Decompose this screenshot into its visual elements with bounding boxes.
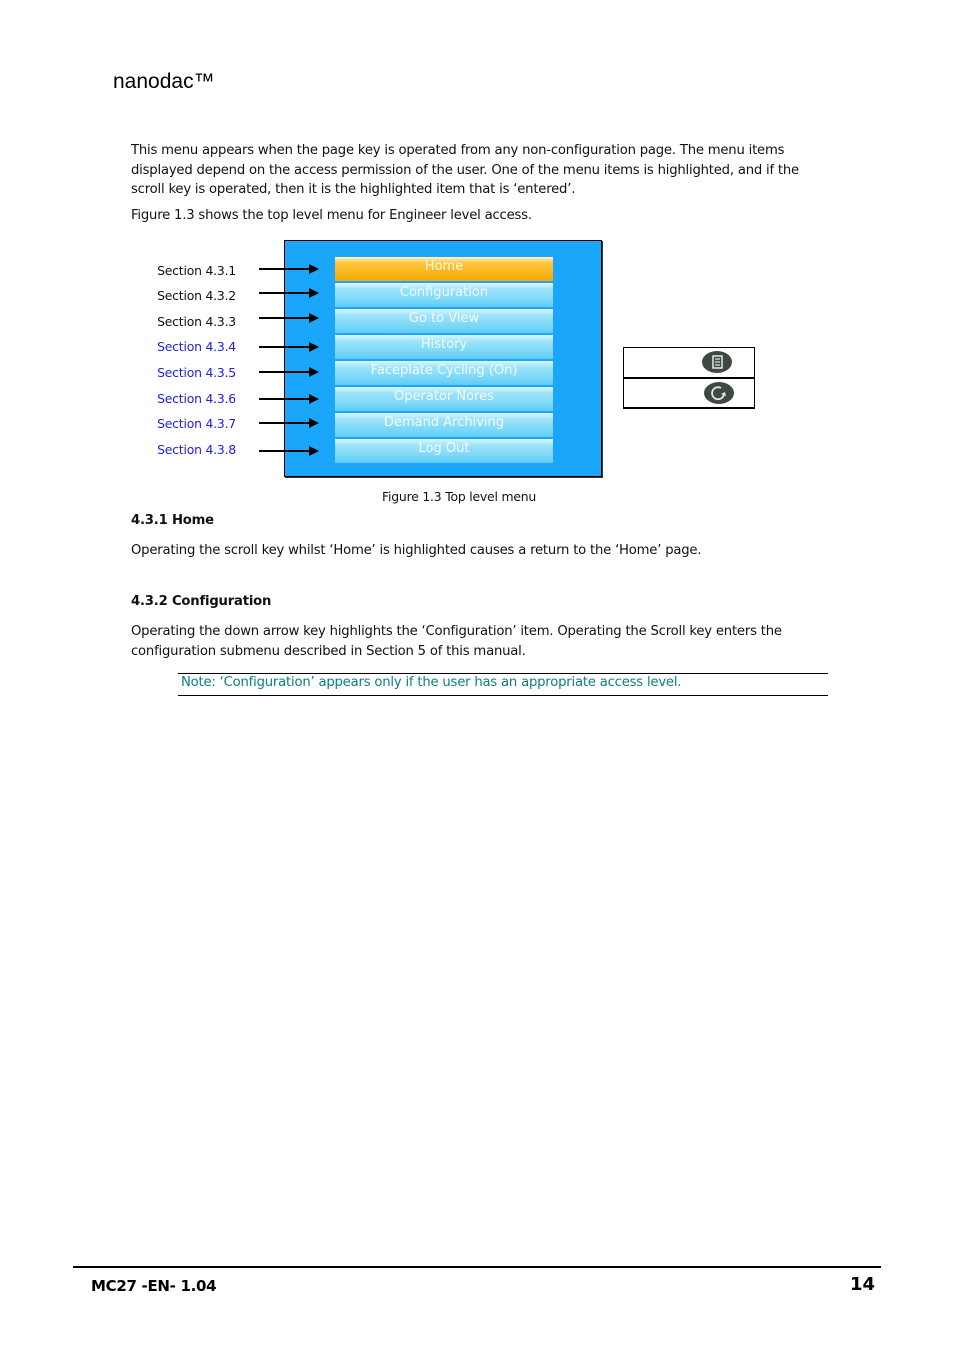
arrow-icon <box>259 313 319 323</box>
menu-item-log-out[interactable]: Log Out <box>335 439 553 463</box>
footer-rule <box>73 1266 881 1268</box>
menu-item-configuration[interactable]: Configuration <box>335 283 553 307</box>
menu-item-home[interactable]: Home <box>335 257 553 281</box>
menu-item-operator-notes[interactable]: Operator Nores <box>335 387 553 411</box>
menu-item-demand-archiving[interactable]: Demand Archiving <box>335 413 553 437</box>
intro-paragraph: This menu appears when the page key is o… <box>131 143 799 197</box>
page-header-title: nanodac™ <box>113 70 215 93</box>
menu-item-faceplate-cycling[interactable]: Faceplate Cycling (On) <box>335 361 553 385</box>
arrow-icon <box>259 394 319 404</box>
arrow-icon <box>259 446 319 456</box>
arrow-icon <box>259 288 319 298</box>
note-text: Note: ‘Configuration’ appears only if th… <box>181 675 682 690</box>
section-ref-4-3-8[interactable]: Section 4.3.8 <box>126 442 236 457</box>
footer-page-number: 14 <box>850 1274 876 1295</box>
arrow-icon <box>259 367 319 377</box>
menu-item-go-to-view[interactable]: Go to View <box>335 309 553 333</box>
section-body-configuration: Operating the down arrow key highlights … <box>131 624 782 659</box>
section-heading-home: 4.3.1 Home <box>131 513 214 528</box>
scroll-key-icon <box>704 382 734 404</box>
section-body-home: Operating the scroll key whilst ‘Home’ i… <box>131 543 702 558</box>
section-ref-4-3-5[interactable]: Section 4.3.5 <box>126 365 236 380</box>
arrow-icon <box>259 264 319 274</box>
section-ref-4-3-6[interactable]: Section 4.3.6 <box>126 391 236 406</box>
section-ref-4-3-2: Section 4.3.2 <box>157 288 236 303</box>
arrow-icon <box>259 342 319 352</box>
menu-item-history[interactable]: History <box>335 335 553 359</box>
page-key-icon <box>702 351 732 373</box>
arrow-icon <box>259 418 319 428</box>
section-ref-4-3-7[interactable]: Section 4.3.7 <box>126 416 236 431</box>
section-heading-configuration: 4.3.2 Configuration <box>131 594 272 609</box>
keys-legend-divider <box>623 377 754 379</box>
section-ref-4-3-1: Section 4.3.1 <box>157 263 236 278</box>
section-ref-4-3-4[interactable]: Section 4.3.4 <box>126 339 236 354</box>
section-ref-4-3-3: Section 4.3.3 <box>157 314 236 329</box>
footer-doc-id: MC27 -EN- 1.04 <box>91 1277 217 1295</box>
figure-caption: Figure 1.3 Top level menu <box>382 489 537 504</box>
figure-reference-paragraph: Figure 1.3 shows the top level menu for … <box>131 208 532 223</box>
